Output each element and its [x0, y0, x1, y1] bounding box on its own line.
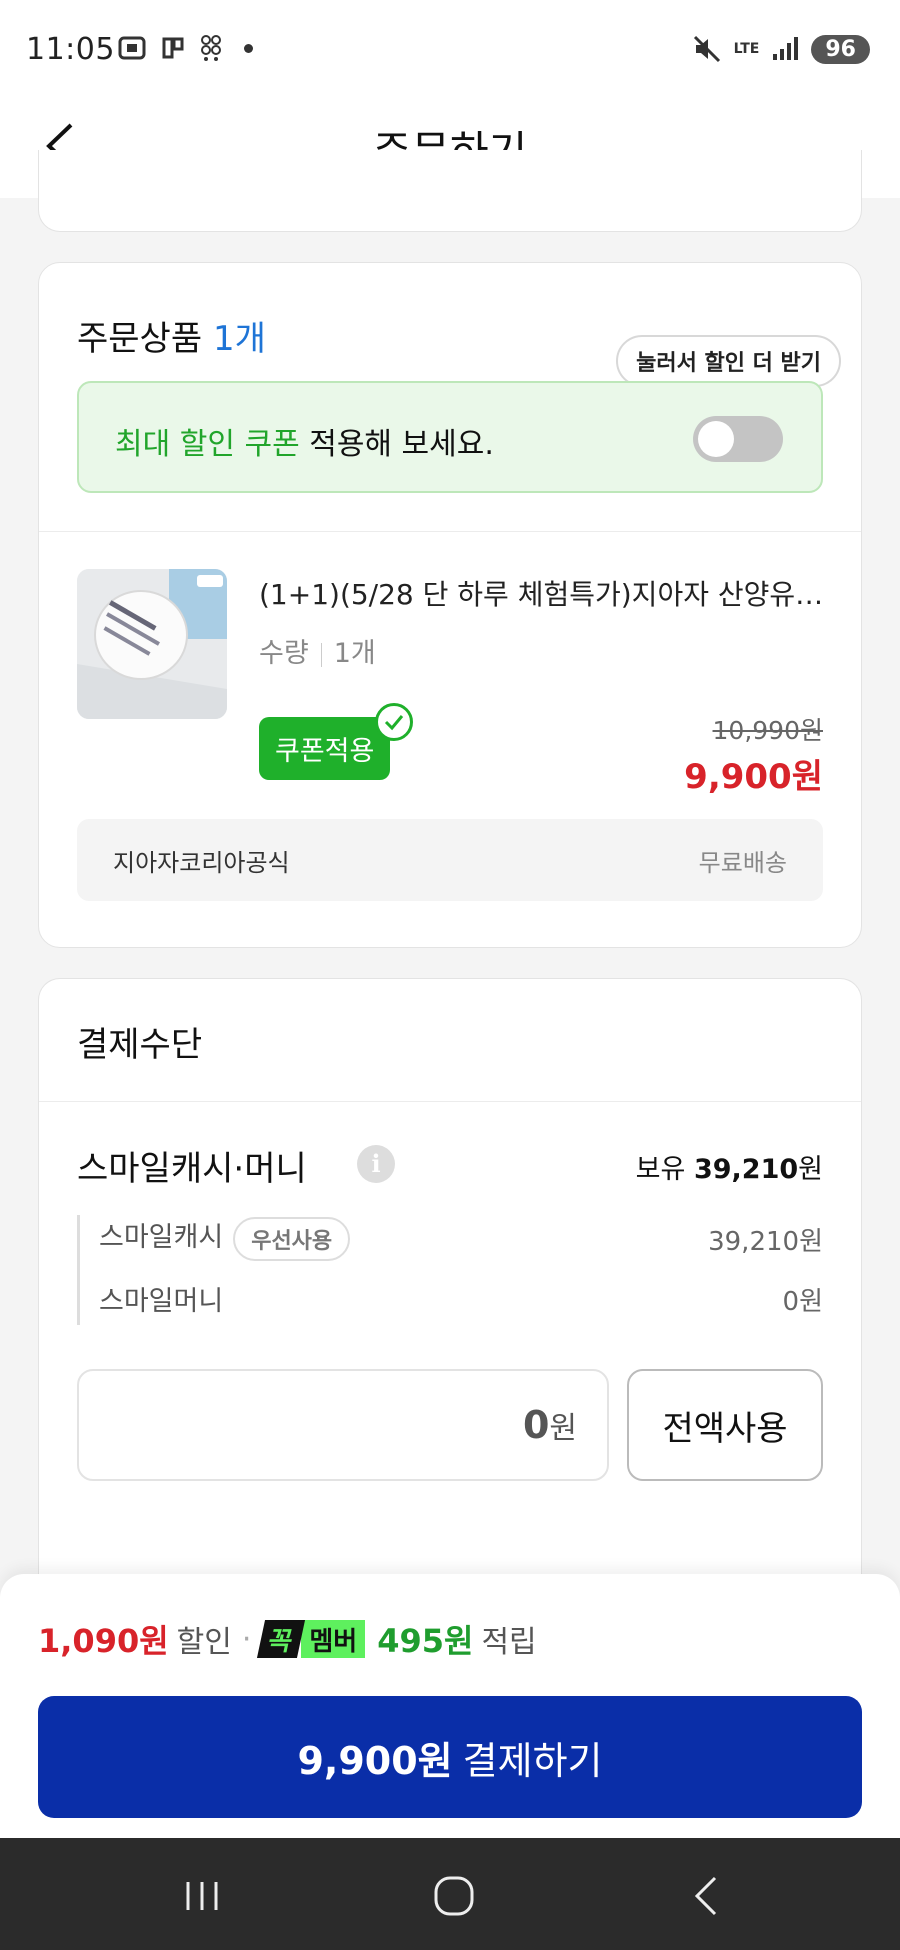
seller-name: 지아자코리아공식 — [113, 849, 290, 877]
home-button[interactable] — [424, 1868, 484, 1924]
coupon-applied-button[interactable]: 쿠폰적용 — [259, 717, 391, 780]
seller-row: 지아자코리아공식 무료배송 — [77, 819, 823, 901]
cash-amount-unit: 원 — [549, 1411, 577, 1446]
earn-amount: 495원 — [377, 1622, 474, 1660]
product-image — [77, 569, 227, 719]
earn-label: 적립 — [481, 1625, 537, 1660]
notification-icons — [118, 34, 253, 62]
order-item-count: 1개 — [212, 319, 266, 359]
priority-use-button[interactable]: 우선사용 — [233, 1216, 351, 1261]
order-items-card: 주문상품 1개 눌러서 할인 더 받기 최대 할인 쿠폰 적용해 보세요. (1… — [38, 262, 862, 948]
member-badge-label: 멤버 — [301, 1620, 366, 1658]
screenshot-icon — [118, 36, 146, 60]
balance-value: 39,210 — [693, 1154, 799, 1185]
info-icon[interactable]: i — [357, 1145, 395, 1183]
network-type: LTE — [733, 41, 760, 57]
system-nav-bar — [0, 1838, 900, 1950]
mute-icon — [693, 35, 720, 63]
grid-app-icon — [201, 35, 221, 61]
balance-label: 보유 — [635, 1154, 686, 1185]
quantity-divider — [320, 642, 322, 667]
smile-cash-value: 39,210원 — [708, 1227, 823, 1257]
app-icon — [162, 37, 184, 59]
smile-cash-label: 스마일캐시 — [99, 1222, 224, 1253]
payment-section-title: 결제수단 — [77, 1025, 203, 1065]
balance: 보유 39,210원 — [636, 1147, 823, 1186]
member-badge-mark: 꼭 — [257, 1620, 306, 1658]
use-full-amount-button[interactable]: 전액사용 — [627, 1369, 823, 1481]
status-time: 11:05 — [26, 32, 115, 67]
sale-price: 9,900원 — [684, 757, 823, 797]
signal-icon — [773, 37, 799, 60]
pay-amount: 9,900원 — [297, 1738, 453, 1783]
status-bar: 11:05 LTE 96 — [0, 0, 900, 100]
smile-money-label: 스마일머니 — [99, 1286, 224, 1317]
coupon-prompt-accent: 최대 할인 쿠폰 — [115, 427, 300, 462]
recent-apps-icon — [186, 1882, 218, 1910]
check-icon — [375, 703, 413, 741]
smile-cash-title: 스마일캐시·머니 — [77, 1149, 307, 1189]
battery-level: 96 — [811, 34, 870, 64]
separator-dot: · — [241, 1621, 252, 1657]
cash-amount-input[interactable]: 0원 — [77, 1369, 609, 1481]
system-icons: LTE 96 — [692, 34, 870, 64]
cash-amount-number: 0 — [522, 1403, 550, 1447]
coupon-prompt: 최대 할인 쿠폰 적용해 보세요. — [115, 419, 494, 463]
smile-money-value: 0원 — [782, 1287, 823, 1317]
discount-label: 할인 — [176, 1625, 232, 1660]
benefit-summary: 1,090원 할인 · 꼭 멤버 495원 적립 — [38, 1616, 537, 1662]
smile-money-row: 스마일머니 — [99, 1279, 223, 1318]
product-quantity: 수량 1개 — [259, 631, 376, 670]
max-coupon-toggle[interactable] — [693, 416, 783, 462]
recent-apps-button[interactable] — [172, 1868, 232, 1924]
discount-amount: 1,090원 — [38, 1622, 169, 1660]
sub-row-indicator — [77, 1215, 80, 1325]
product-thumbnail[interactable] — [77, 569, 227, 719]
pay-button[interactable]: 9,900원 결제하기 — [38, 1696, 862, 1818]
cash-amount-value: 0원 — [523, 1403, 577, 1447]
previous-card-edge — [38, 150, 862, 232]
order-section-label: 주문상품 — [77, 319, 203, 359]
balance-unit: 원 — [798, 1154, 823, 1185]
back-icon — [694, 1876, 717, 1916]
divider — [39, 531, 861, 532]
shipping-fee: 무료배송 — [698, 849, 787, 877]
quantity-label: 수량 — [259, 638, 309, 669]
pay-label: 결제하기 — [462, 1738, 603, 1783]
member-badge: 꼭 멤버 — [257, 1620, 366, 1658]
product-name[interactable]: (1+1)(5/28 단 하루 체험특가)지아자 산양유 크림 — [259, 573, 829, 613]
original-price: 10,990원 — [712, 716, 823, 745]
discount-tooltip: 눌러서 할인 더 받기 — [616, 335, 841, 387]
payment-method-card: 결제수단 스마일캐시·머니 i 보유 39,210원 스마일캐시 우선사용 39,… — [38, 978, 862, 1618]
quantity-value: 1개 — [333, 638, 376, 669]
divider — [39, 1101, 861, 1102]
max-coupon-banner[interactable]: 최대 할인 쿠폰 적용해 보세요. — [77, 381, 823, 493]
coupon-prompt-rest: 적용해 보세요. — [299, 427, 494, 462]
toggle-knob — [698, 421, 734, 457]
notification-dot — [244, 43, 253, 53]
home-icon — [434, 1876, 474, 1916]
checkout-bar: 1,090원 할인 · 꼭 멤버 495원 적립 9,900원 결제하기 — [0, 1574, 900, 1838]
order-section-title: 주문상품 1개 — [77, 311, 266, 360]
smile-cash-row: 스마일캐시 우선사용 — [99, 1215, 351, 1261]
nav-back-button[interactable] — [676, 1868, 736, 1924]
